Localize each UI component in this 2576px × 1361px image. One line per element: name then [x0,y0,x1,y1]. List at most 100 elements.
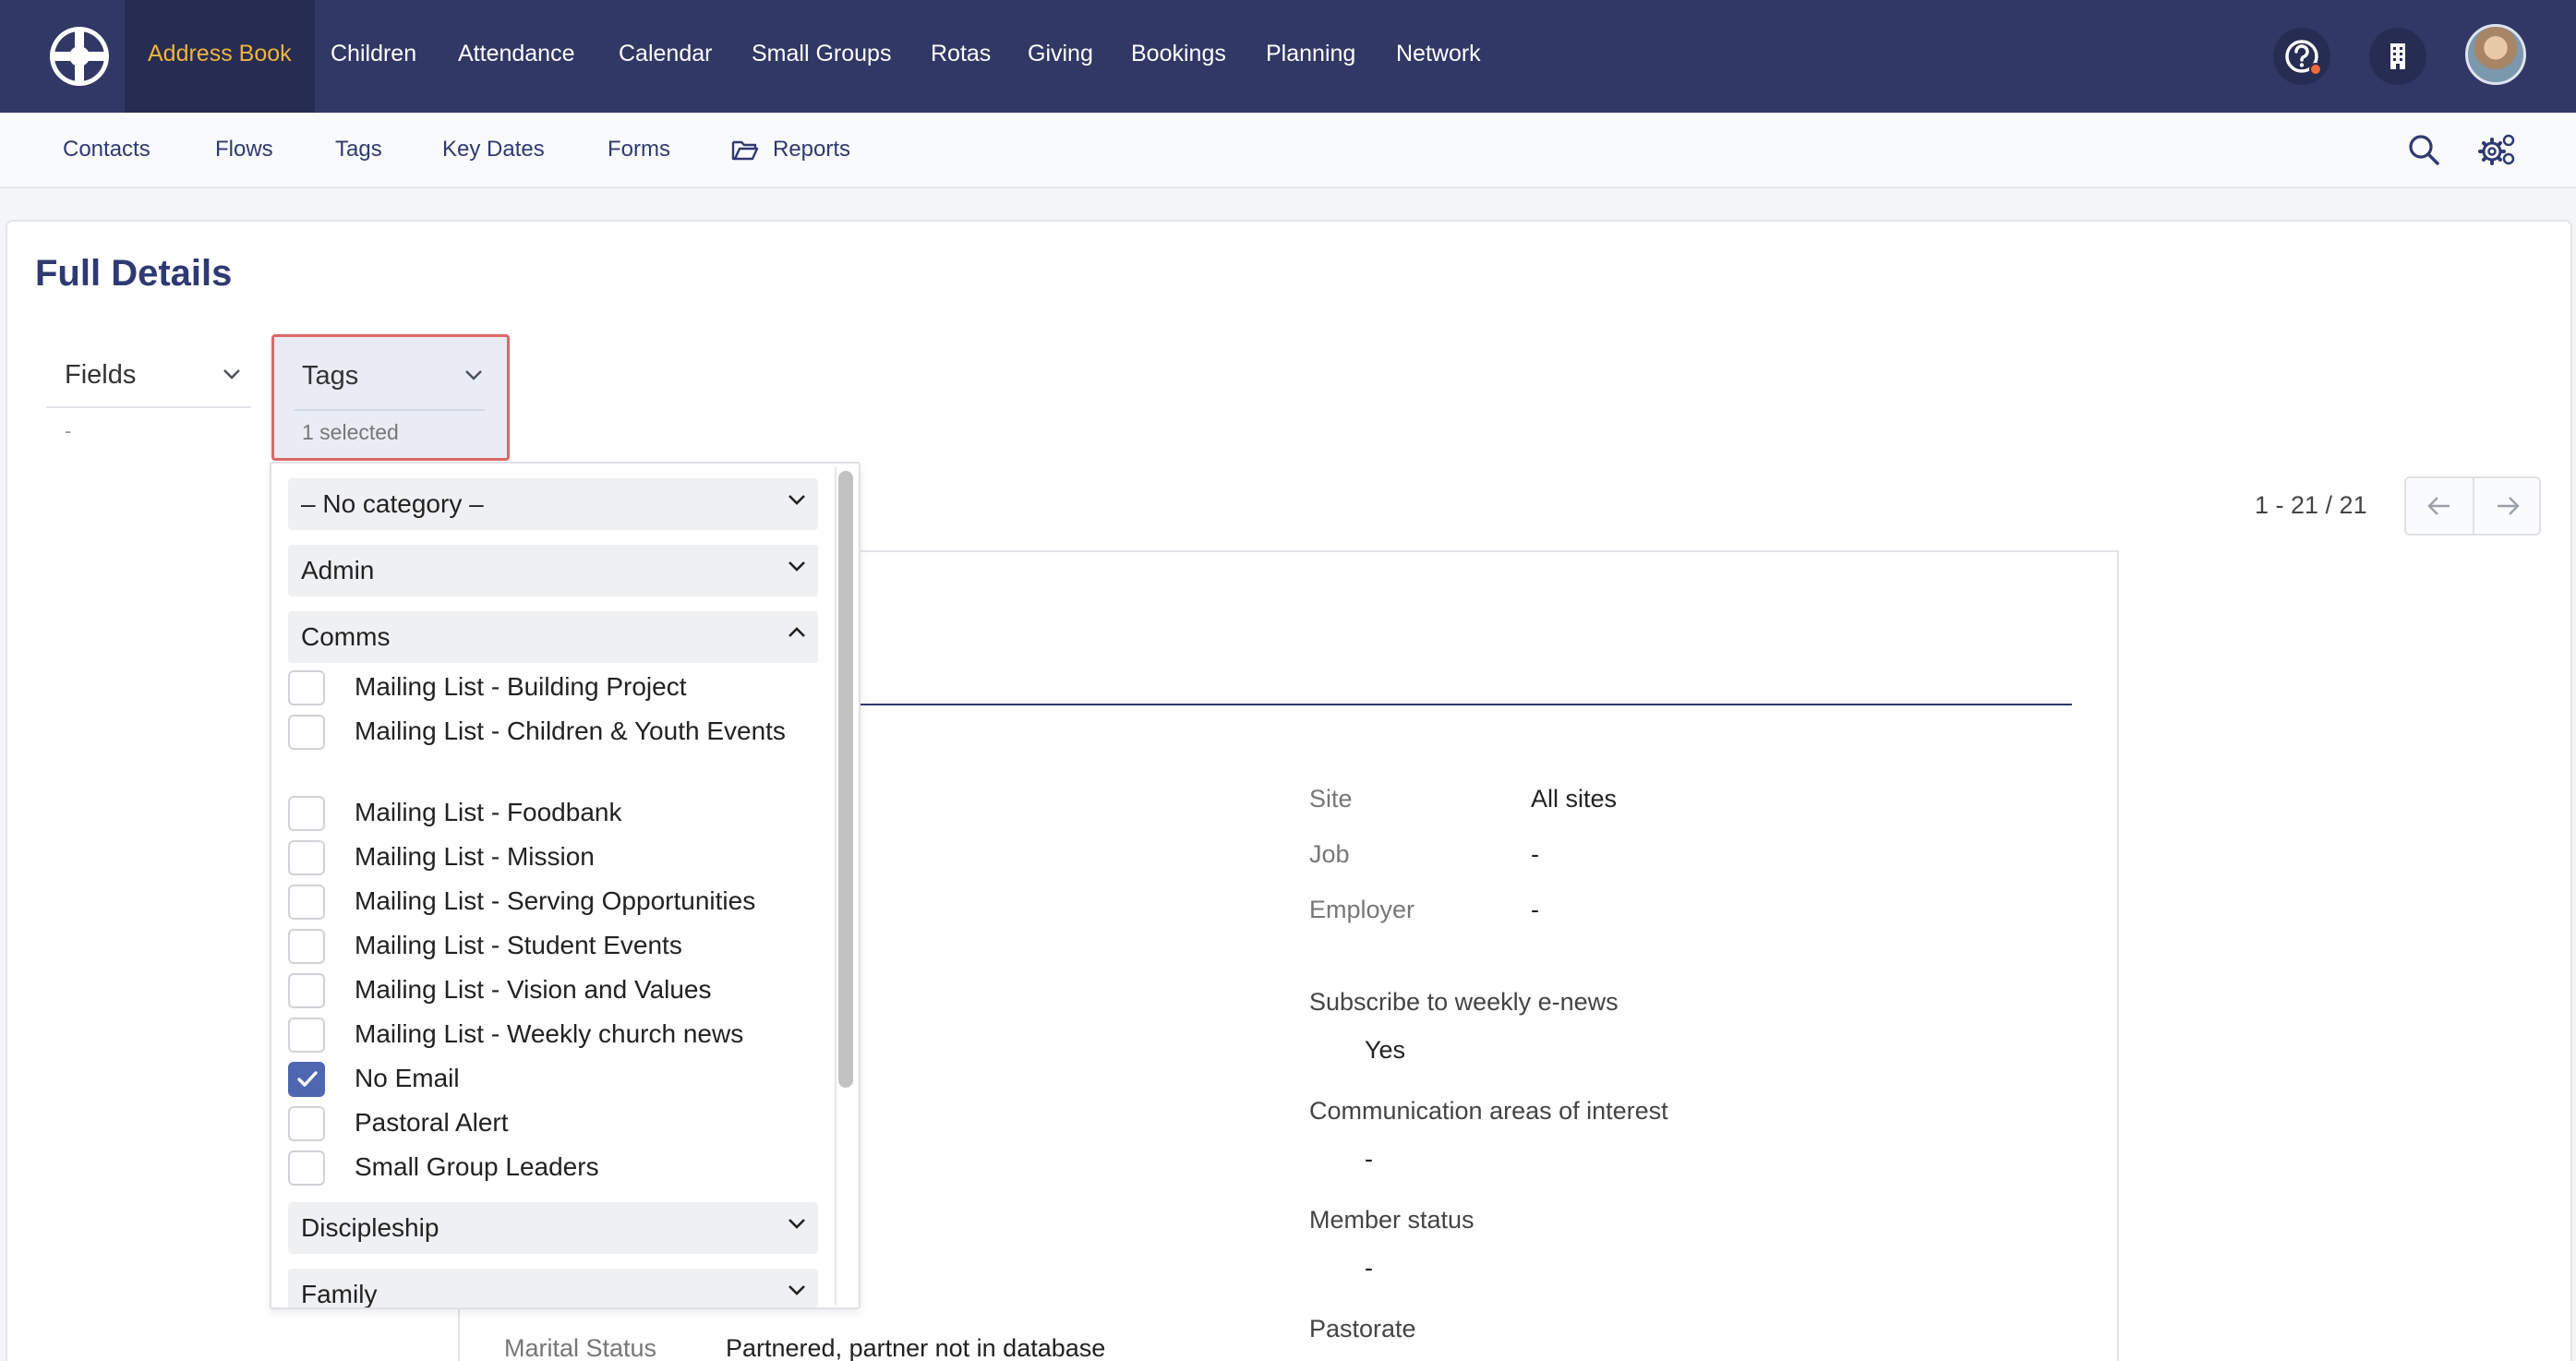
nav-network[interactable]: Network [1396,0,1481,113]
tag-option-building-project[interactable]: Mailing List - Building Project [288,665,818,705]
nav-address-book[interactable]: Address Book [125,0,315,113]
subnav-tags[interactable]: Tags [335,113,382,188]
tag-option-no-email[interactable]: No Email [288,1056,818,1097]
tag-option-student-events[interactable]: Mailing List - Student Events [288,923,818,964]
category-label: Discipleship [301,1213,439,1242]
marital-status-value: Partnered, partner not in database [726,1334,1106,1361]
tags-dropdown-divider [295,409,485,411]
member-status-value: - [1365,1254,1373,1282]
help-button[interactable] [2273,28,2330,85]
chevron-down-icon [788,561,805,572]
checkbox[interactable] [288,670,325,705]
arrow-right-icon[interactable] [2495,493,2521,519]
subnav-key-dates[interactable]: Key Dates [442,113,545,188]
tag-option-label: Small Group Leaders [355,1152,599,1181]
tags-dropdown[interactable]: Tags 1 selected [271,334,510,461]
detail-header-rule [861,704,2072,705]
folder-icon [731,140,759,161]
fields-value: - [65,419,72,442]
job-label: Job [1309,840,1350,868]
job-value: - [1531,840,1539,868]
tag-option-label: Mailing List - Mission [355,842,595,871]
pagination-divider [2473,478,2474,534]
tag-option-label: No Email [355,1064,460,1092]
scrollbar-thumb[interactable] [838,471,853,1088]
checkbox[interactable] [288,929,325,964]
tag-option-serving-opportunities[interactable]: Mailing List - Serving Opportunities [288,879,818,920]
category-admin[interactable]: Admin [288,545,818,596]
category-label: Comms [301,622,391,651]
organisation-button[interactable] [2369,28,2426,85]
chevron-down-icon [788,1285,805,1295]
member-status-label: Member status [1309,1206,1475,1234]
tag-option-label: Pastoral Alert [355,1108,509,1137]
pagination-label: 1 - 21 / 21 [2255,491,2367,519]
tag-option-vision-and-values[interactable]: Mailing List - Vision and Values [288,968,818,1008]
subnav-forms[interactable]: Forms [608,113,670,188]
checkbox[interactable] [288,715,325,750]
checkbox[interactable] [288,796,325,831]
tag-option-label: Mailing List - Serving Opportunities [355,886,756,915]
tag-option-small-group-leaders[interactable]: Small Group Leaders [288,1145,818,1186]
tag-option-weekly-church-news[interactable]: Mailing List - Weekly church news [288,1012,818,1053]
category-label: Family [301,1280,378,1308]
tag-option-mission[interactable]: Mailing List - Mission [288,835,818,875]
checkbox[interactable] [288,1106,325,1141]
marital-status-label: Marital Status [504,1334,657,1361]
nav-rotas[interactable]: Rotas [931,0,991,113]
nav-small-groups[interactable]: Small Groups [752,0,891,113]
category-no-category[interactable]: – No category – [288,478,818,530]
checkbox[interactable] [288,885,325,920]
comms-interest-label: Communication areas of interest [1309,1097,1668,1125]
tag-option-children-youth-events[interactable]: Mailing List - Children & Youth Events [288,709,818,787]
fields-dropdown-label: Fields [65,360,137,390]
fields-dropdown[interactable]: Fields [46,342,251,408]
tag-option-label: Mailing List - Building Project [355,672,687,701]
employer-value: - [1531,896,1539,923]
subnav-flows[interactable]: Flows [215,113,273,188]
tag-option-pastoral-alert[interactable]: Pastoral Alert [288,1101,818,1141]
top-navigation-bar: Address Book Children Attendance Calenda… [0,0,2576,113]
checkmark-icon [297,1071,318,1087]
checkbox[interactable] [288,1150,325,1186]
help-icon [2285,40,2322,76]
site-value: All sites [1531,785,1618,813]
settings-icon[interactable] [2478,131,2517,168]
tags-selected-count: 1 selected [302,420,399,444]
sub-navigation-bar: Contacts Flows Tags Key Dates Forms Repo… [0,113,2576,188]
category-comms[interactable]: Comms [288,611,818,663]
tag-option-foodbank[interactable]: Mailing List - Foodbank [288,790,818,831]
user-avatar[interactable] [2465,24,2526,85]
nav-children[interactable]: Children [331,0,416,113]
tag-option-label: Mailing List - Weekly church news [355,1019,744,1048]
arrow-left-icon[interactable] [2426,493,2452,519]
category-label: – No category – [301,489,484,518]
subnav-contacts[interactable]: Contacts [63,113,150,188]
checkbox[interactable] [288,840,325,875]
search-icon[interactable] [2407,133,2440,166]
checkbox[interactable] [288,1018,325,1053]
nav-planning[interactable]: Planning [1266,0,1355,113]
chevron-down-icon [788,495,805,505]
app-logo-icon[interactable] [46,23,113,90]
nav-attendance[interactable]: Attendance [458,0,575,113]
category-family[interactable]: Family [288,1269,818,1308]
checkbox-checked[interactable] [288,1062,325,1097]
building-icon [2390,43,2405,69]
nav-calendar[interactable]: Calendar [619,0,712,113]
enews-label: Subscribe to weekly e-news [1309,988,1619,1016]
category-discipleship[interactable]: Discipleship [288,1202,818,1254]
chevron-down-icon [223,369,240,379]
checkbox[interactable] [288,973,325,1008]
subnav-reports[interactable]: Reports [773,113,850,188]
page-title: Full Details [35,253,233,294]
comms-interest-value: - [1365,1145,1373,1173]
enews-value: Yes [1365,1036,1406,1064]
tag-option-label: Mailing List - Student Events [355,931,682,959]
tag-option-label: Mailing List - Foodbank [355,798,622,826]
chevron-down-icon [465,370,482,380]
nav-giving[interactable]: Giving [1028,0,1093,113]
pastorate-label: Pastorate [1309,1315,1416,1343]
nav-bookings[interactable]: Bookings [1131,0,1226,113]
chevron-up-icon [788,627,805,637]
